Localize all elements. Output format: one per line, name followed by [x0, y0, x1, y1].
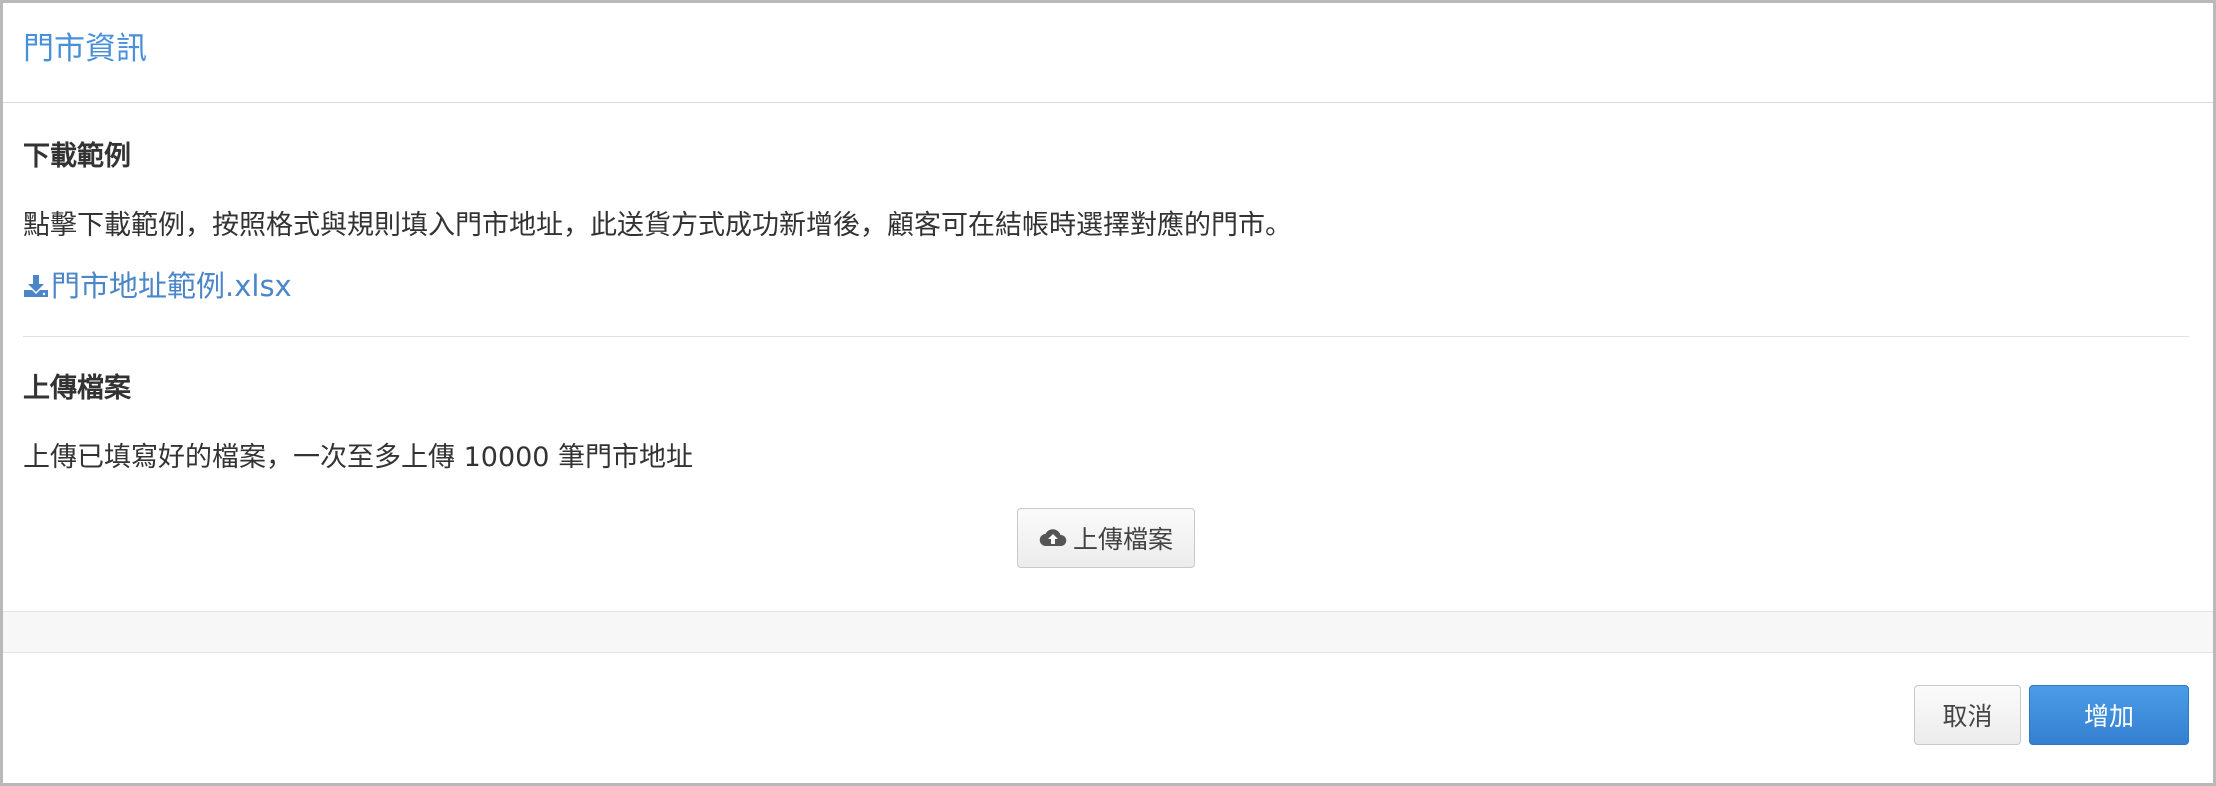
download-link-label: 門市地址範例.xlsx [51, 269, 292, 303]
section-divider [23, 336, 2189, 337]
download-section-description: 點擊下載範例，按照格式與規則填入門市地址，此送貨方式成功新增後，顧客可在結帳時選… [23, 210, 1292, 241]
upload-file-button[interactable]: 上傳檔案 [1017, 508, 1195, 568]
dialog-header: 門市資訊 [3, 3, 2213, 103]
upload-section-description: 上傳已填寫好的檔案，一次至多上傳 10000 筆門市地址 [23, 442, 694, 473]
cancel-button[interactable]: 取消 [1914, 685, 2021, 745]
upload-button-label: 上傳檔案 [1072, 525, 1173, 554]
download-example-link[interactable]: 門市地址範例.xlsx [23, 267, 292, 305]
download-section-heading: 下載範例 [23, 141, 131, 172]
dialog-title: 門市資訊 [23, 31, 147, 67]
cloud-upload-icon [1039, 526, 1073, 550]
add-button[interactable]: 增加 [2029, 685, 2189, 745]
store-info-dialog: 門市資訊 下載範例 點擊下載範例，按照格式與規則填入門市地址，此送貨方式成功新增… [0, 0, 2216, 786]
upload-section-heading: 上傳檔案 [23, 373, 131, 404]
dialog-body-footer-band [3, 611, 2213, 653]
download-icon [23, 273, 51, 299]
